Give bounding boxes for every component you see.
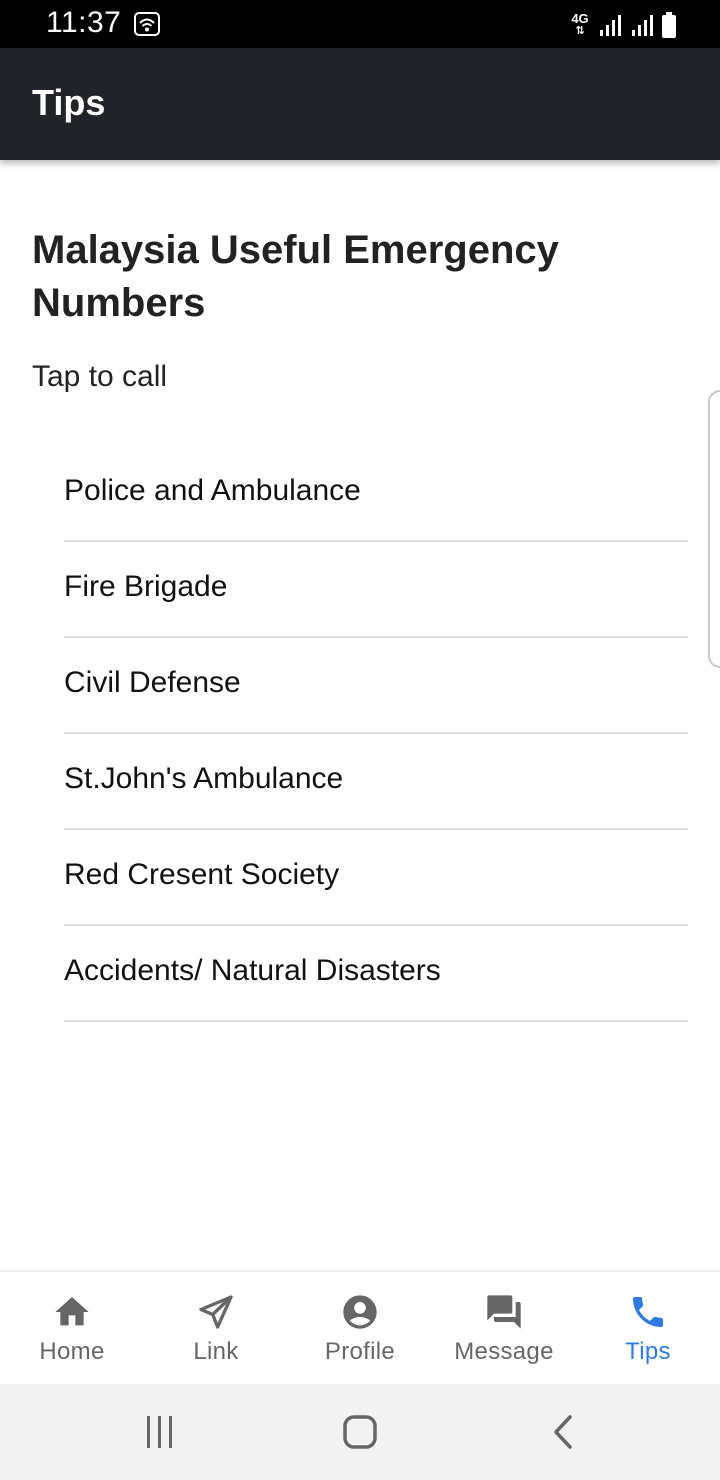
account-icon [343, 1295, 377, 1329]
home-icon [55, 1297, 89, 1326]
section-subtitle: Tap to call [32, 360, 168, 393]
nav-label: Tips [625, 1338, 671, 1365]
nav-label: Link [193, 1338, 239, 1365]
bottom-navigation: Home Link Profile Message Tips [0, 1270, 720, 1384]
nav-item-link[interactable]: Link [144, 1272, 288, 1384]
emergency-number-list: Police and Ambulance Fire Brigade Civil … [64, 446, 688, 1022]
system-navigation-bar [0, 1384, 720, 1480]
nav-label: Home [39, 1338, 105, 1365]
list-item-civil-defense[interactable]: Civil Defense [64, 638, 688, 734]
nav-item-profile[interactable]: Profile [288, 1272, 432, 1384]
nav-item-message[interactable]: Message [432, 1272, 576, 1384]
nav-label: Profile [324, 1338, 396, 1365]
phone-icon [633, 1297, 663, 1327]
list-item-label: Red Cresent Society [64, 858, 340, 891]
send-icon [199, 1295, 233, 1329]
list-item-label: Fire Brigade [64, 570, 228, 603]
battery-icon [662, 12, 676, 38]
list-item-police-ambulance[interactable]: Police and Ambulance [64, 446, 688, 542]
main-content: Malaysia Useful Emergency Numbers Tap to… [0, 160, 720, 1270]
back-icon[interactable] [544, 1412, 584, 1452]
status-time: 11:37 [46, 6, 122, 39]
wifi-icon [134, 12, 160, 36]
status-icons: 4G ⇅ [570, 10, 676, 40]
signal-icon [600, 15, 621, 36]
section-heading: Malaysia Useful Emergency Numbers [32, 228, 559, 325]
edge-panel-handle[interactable] [708, 390, 720, 668]
list-item-label: Accidents/ Natural Disasters [64, 954, 441, 987]
list-item-label: St.John's Ambulance [64, 762, 344, 795]
nav-item-home[interactable]: Home [0, 1272, 144, 1384]
recent-apps-icon[interactable] [140, 1412, 180, 1452]
home-button-icon[interactable] [340, 1412, 380, 1452]
signal-icon [632, 15, 653, 36]
status-bar: 11:37 4G ⇅ [0, 0, 720, 48]
nav-item-tips[interactable]: Tips [576, 1272, 720, 1384]
list-item-label: Police and Ambulance [64, 474, 361, 507]
app-bar: Tips [0, 48, 720, 160]
page-title: Tips [32, 82, 106, 123]
list-item-red-cresent-society[interactable]: Red Cresent Society [64, 830, 688, 926]
list-item-label: Civil Defense [64, 666, 241, 699]
list-item-accidents-disasters[interactable]: Accidents/ Natural Disasters [64, 926, 688, 1022]
network-type-label: 4G ⇅ [571, 11, 589, 37]
chat-icon [487, 1295, 521, 1329]
list-item-st-johns-ambulance[interactable]: St.John's Ambulance [64, 734, 688, 830]
nav-label: Message [454, 1338, 554, 1365]
list-item-fire-brigade[interactable]: Fire Brigade [64, 542, 688, 638]
